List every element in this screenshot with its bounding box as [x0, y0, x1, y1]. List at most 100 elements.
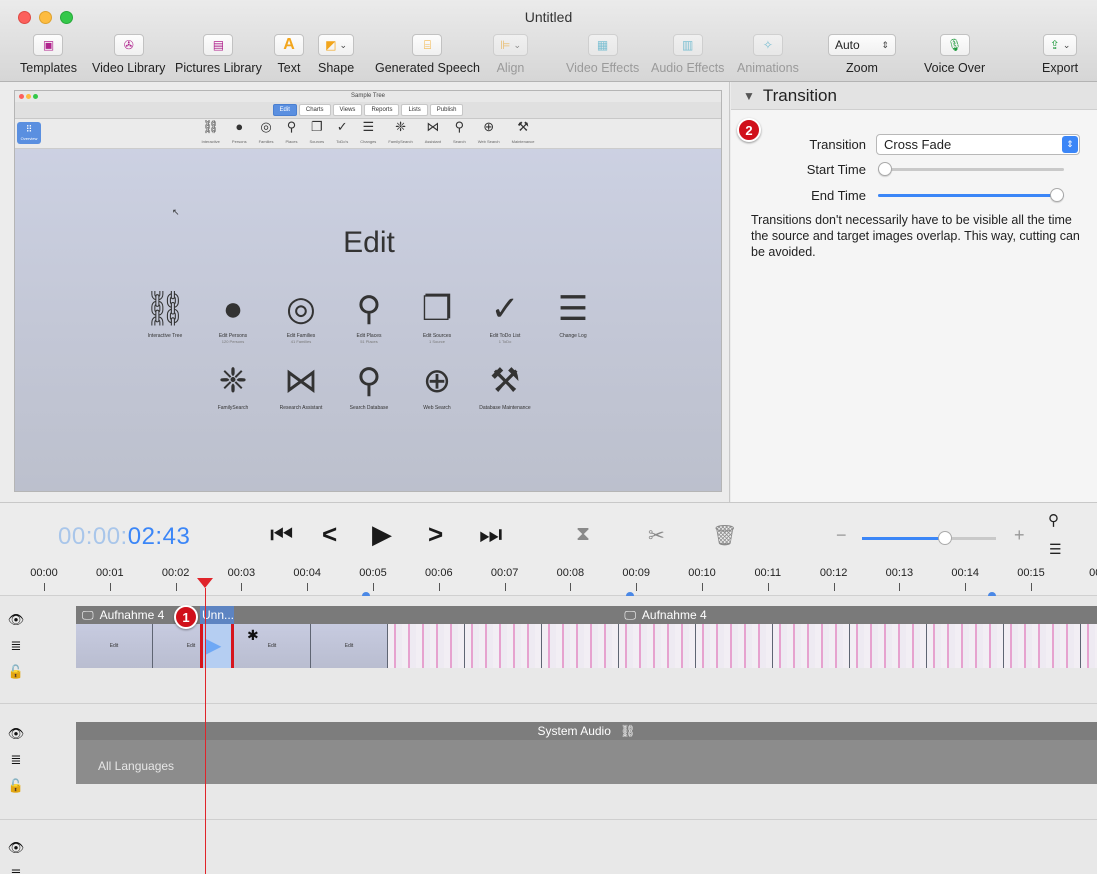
playhead-line — [205, 588, 206, 874]
preview-app-title: Sample Tree — [350, 93, 386, 99]
lock-icon[interactable]: 🔓 — [8, 664, 24, 680]
audio-effects-button[interactable]: ▥ Audio Effects — [651, 34, 724, 75]
preview-tab: Publish — [429, 104, 464, 116]
ruler-tick — [767, 583, 769, 591]
ruler-label: 00:13 — [885, 567, 914, 579]
preview-feature-sub: 1 ToDo — [498, 339, 512, 344]
ruler-label: 00:10 — [688, 567, 716, 579]
ruler-label: 00:15 — [1017, 567, 1045, 579]
preview-toolbar-label: Search — [453, 138, 466, 144]
animations-button[interactable]: ✧ Animations — [737, 34, 799, 75]
preview-feature-icon: ● — [222, 290, 244, 328]
search-icon[interactable]: ⚲ — [1048, 511, 1059, 529]
zoom-select[interactable]: Auto ⇕ — [828, 34, 896, 56]
audio-track: 👁 ≣ 🔓 System Audio ⛓ All Languages — [0, 704, 1097, 820]
align-button[interactable]: ⊫ ⌄ Align — [493, 34, 528, 75]
inspector-section-header[interactable]: ▼ Transition — [731, 82, 1097, 110]
next-frame-icon[interactable]: > — [428, 519, 443, 549]
share-icon: ⇪ ⌄ — [1042, 34, 1078, 56]
eye-icon[interactable]: 👁 — [8, 612, 25, 628]
start-time-slider[interactable] — [878, 162, 1064, 176]
clip-thumbnail: Edit — [234, 624, 311, 668]
toolbar-label: Text — [277, 61, 301, 75]
timeline-ruler[interactable]: 00:00 00:01 00:02 00:03 00:04 00:05 00:06 00:07… — [0, 562, 1097, 600]
audio-clip[interactable]: All Languages — [76, 740, 1097, 784]
preview-toolbar-label: ToDo's — [336, 138, 349, 144]
voice-over-button[interactable]: 🎙 Voice Over — [924, 34, 985, 75]
preview-tab: Reports — [364, 104, 400, 116]
empty-track-controls: 👁 ≣ — [6, 840, 26, 874]
preview-feature-sub: 120 Persons — [221, 339, 245, 344]
timeline-zoom-slider[interactable] — [862, 531, 996, 545]
timeline-zoom-knob[interactable] — [938, 531, 953, 545]
playhead-handle[interactable] — [197, 578, 213, 588]
zoom-control[interactable]: Auto ⇕ Zoom — [828, 34, 896, 75]
lock-icon[interactable]: 🔓 — [8, 778, 24, 794]
play-icon[interactable]: ▶ — [372, 519, 392, 549]
chevron-down-icon: ⌄ — [1062, 39, 1071, 50]
clip-thumbnail: Edit — [311, 624, 388, 668]
ruler-tick — [965, 583, 967, 591]
ruler-tick — [702, 583, 703, 591]
volume-lines-icon[interactable]: ≣ — [11, 752, 22, 768]
end-time-knob[interactable] — [1050, 188, 1064, 202]
ruler-label: 00:00 — [30, 567, 58, 579]
preview-feature-icon: ⚲ — [356, 290, 382, 328]
preview-feature-icon: ◎ — [286, 290, 316, 328]
preview-toolbar-label: Changes — [360, 138, 377, 144]
shape-button[interactable]: ◩ ⌄ Shape — [318, 34, 354, 75]
video-clip-2-header[interactable]: 🖵 Aufnahme 4 — [234, 606, 1097, 624]
preview-feature-item: ❈ FamilySearch — [206, 361, 260, 411]
preview-feature-item: ⛓ Interactive Tree — [138, 289, 192, 344]
preview-feature-item: ⚲ Search Database — [342, 361, 396, 411]
preview-feature-icon: ❐ — [421, 290, 453, 328]
scissors-icon[interactable]: ✂ — [648, 523, 665, 548]
volume-lines-icon[interactable]: ≣ — [11, 638, 22, 654]
timeline-zoom-fill — [862, 537, 946, 540]
skip-to-end-icon[interactable]: ⏭ — [479, 519, 502, 549]
gear-icon[interactable]: ✱ — [247, 627, 259, 644]
preview-dot — [19, 94, 24, 99]
preview-canvas[interactable]: Sample Tree Edit Charts Views Reports Lists P… — [14, 90, 722, 492]
generated-speech-button[interactable]: ⌸ Generated Speech — [375, 34, 480, 75]
preview-toolbar-label: Assistant — [424, 138, 441, 144]
audio-clip-title: System Audio — [537, 724, 611, 738]
pictures-library-button[interactable]: ▤ Pictures Library — [175, 34, 262, 75]
templates-button[interactable]: ▣ Templates — [20, 34, 77, 75]
previous-frame-icon[interactable]: < — [322, 519, 337, 549]
chevron-down-icon: ⌄ — [513, 39, 521, 50]
text-button[interactable]: A Text — [274, 34, 304, 75]
preview-toolbar-icon: ● Persons — [232, 120, 247, 148]
video-clip-1[interactable]: Edit Edit — [76, 624, 200, 668]
eye-icon[interactable]: 👁 — [8, 726, 25, 742]
toolbar-label: Zoom — [846, 61, 878, 75]
ruler-label: 00:05 — [359, 567, 387, 579]
video-effects-button[interactable]: ▦ Video Effects — [566, 34, 639, 75]
list-icon[interactable]: ☰ — [1049, 541, 1062, 558]
zoom-out-icon[interactable]: − — [836, 525, 847, 546]
start-time-knob[interactable] — [878, 162, 892, 176]
export-button[interactable]: ⇪ ⌄ Export — [1042, 34, 1078, 75]
toolbar-label: Pictures Library — [175, 61, 262, 75]
end-time-row: End Time — [731, 188, 1097, 203]
zoom-in-icon[interactable]: + — [1014, 525, 1025, 546]
video-clip-2[interactable]: Edit Edit — [234, 624, 1097, 668]
preview-feature-item: ☰ Change Log — [546, 289, 600, 344]
volume-lines-icon[interactable]: ≣ — [11, 866, 22, 874]
toolbar-label: Shape — [318, 61, 355, 75]
toolbar-label: Templates — [20, 61, 77, 75]
audio-clip-header[interactable]: System Audio ⛓ — [76, 722, 1097, 740]
preview-row1: ⛓ Interactive Tree ● Edit Persons 120 Person… — [15, 289, 721, 344]
split-clip-icon[interactable]: ⧗ — [576, 523, 590, 546]
eye-icon[interactable]: 👁 — [8, 840, 25, 856]
ruler-tick — [504, 583, 506, 591]
end-time-slider[interactable] — [878, 188, 1064, 202]
video-library-button[interactable]: ✇ Video Library — [92, 34, 165, 75]
trash-icon[interactable]: 🗑 — [712, 523, 737, 548]
ruler-tick — [175, 583, 177, 591]
ruler-label: 00:09 — [622, 567, 650, 579]
transition-select[interactable]: Cross Fade ⇕ — [876, 134, 1080, 155]
audio-language-label: All Languages — [98, 759, 175, 773]
skip-to-start-icon[interactable]: ⏮ — [270, 519, 293, 549]
text-a-icon: A — [274, 34, 304, 56]
